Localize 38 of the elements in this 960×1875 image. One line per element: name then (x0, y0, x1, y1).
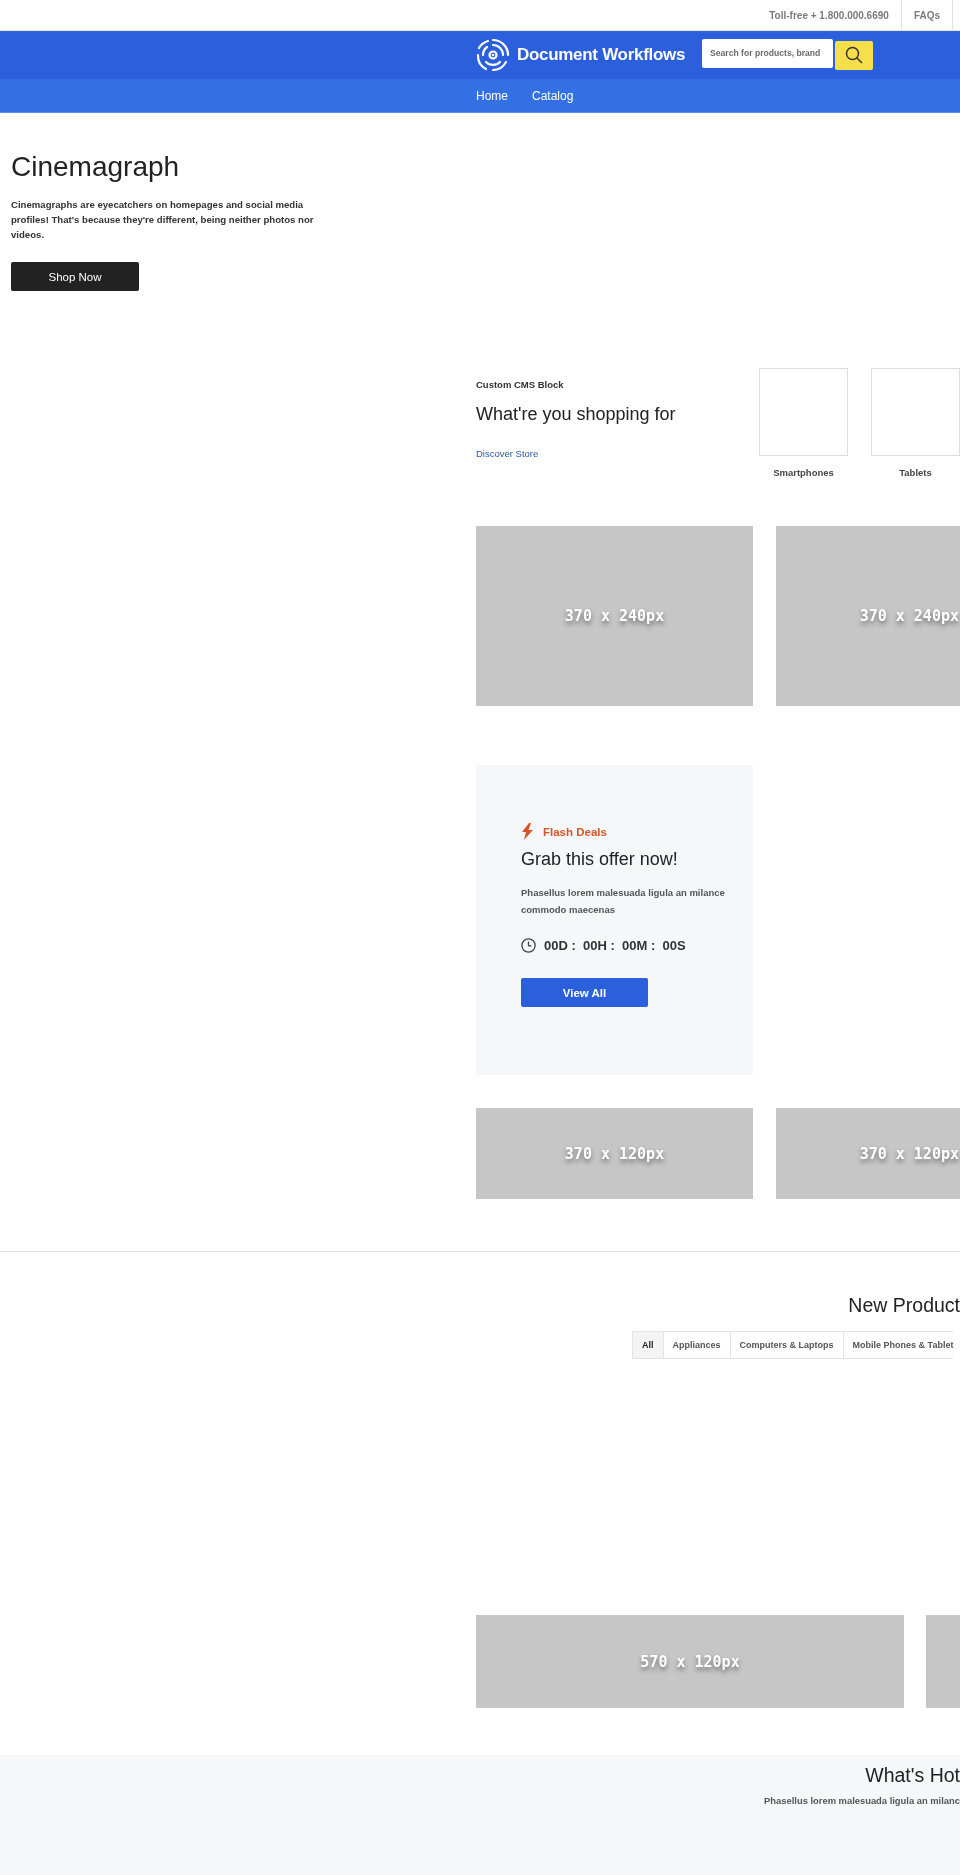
deal-text: Phasellus lorem malesuada ligula an milance commodo maecenas (521, 886, 726, 917)
category-tab[interactable]: Mobile Phones & Tablet (843, 1331, 954, 1359)
category-label[interactable]: Tablets (899, 467, 932, 478)
deal-heading: Grab this offer now! (521, 849, 679, 870)
search-icon (845, 46, 863, 64)
category-tab[interactable]: All (632, 1331, 664, 1359)
placeholder-label: 370 x 240px (564, 607, 665, 625)
phone-number: Toll-free + 1.800.000.6690 (768, 8, 890, 23)
section-heading: What're you shopping for (476, 404, 677, 425)
logo-icon (476, 38, 510, 72)
section-heading: New Product (847, 1294, 960, 1317)
placeholder-label: 370 x 120px (859, 1144, 959, 1163)
placeholder-label: 570 x 120px (640, 1652, 740, 1671)
category-label[interactable]: Smartphones (773, 467, 834, 478)
lightning-icon (521, 823, 534, 840)
search-button[interactable] (835, 40, 873, 70)
placeholder-label: 370 x 240px (859, 607, 959, 625)
hero-text: Cinemagraphs are eyecatchers on homepages and social media profiles! That's because they're different, being neither photos nor videos. (11, 198, 315, 242)
faq-link[interactable]: FAQs (900, 0, 953, 30)
search-field[interactable]: Search for products, brand (702, 38, 833, 68)
section-heading: What's Hot (864, 1764, 960, 1787)
category-tile[interactable] (871, 368, 960, 456)
shop-now-button[interactable]: Shop Now (11, 262, 139, 291)
category-tile[interactable] (759, 368, 848, 456)
category-tab[interactable]: Computers & Laptops (730, 1331, 844, 1359)
logo-text: Document Workflows (517, 45, 686, 65)
hero-title: Cinemagraph (11, 151, 181, 183)
discover-link[interactable]: Discover Store (476, 448, 539, 459)
clock-icon (521, 938, 536, 953)
view-all-button[interactable]: View All (521, 978, 648, 1007)
placeholder-label: 370 x 120px (564, 1144, 665, 1163)
countdown-timer: 00D : 00H : 00M : 00S (544, 938, 686, 953)
category-tab[interactable]: Appliances (663, 1331, 731, 1359)
deal-label: Flash Deals (543, 825, 607, 838)
nav-link[interactable]: Home (476, 88, 508, 103)
block-label: Custom CMS Block (476, 379, 565, 390)
section-text: Phasellus lorem malesuada ligula an milanc (763, 1795, 960, 1806)
nav-link[interactable]: Catalog (532, 88, 574, 103)
